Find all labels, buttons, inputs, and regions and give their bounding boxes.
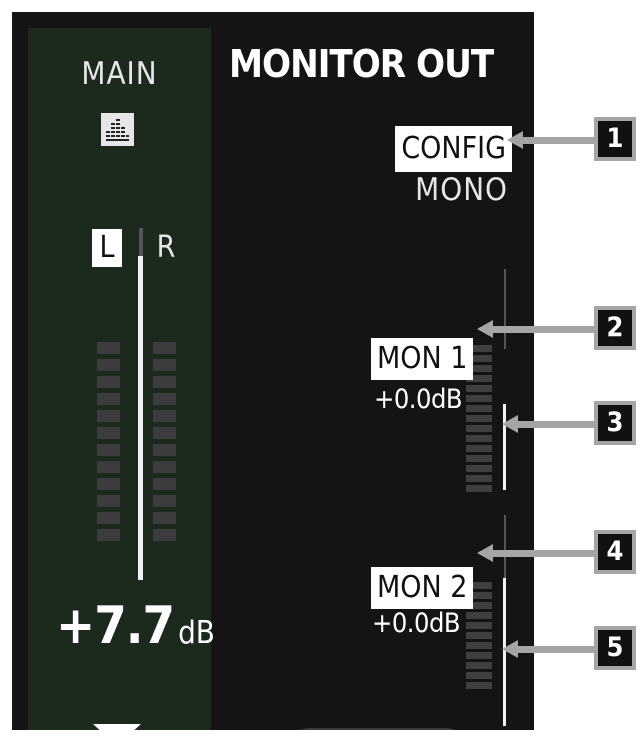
right-level-meter bbox=[153, 342, 176, 546]
meter-segment bbox=[466, 425, 492, 432]
meter-segment bbox=[153, 410, 176, 422]
callout-1-line bbox=[520, 137, 594, 144]
meter-segment bbox=[97, 376, 120, 388]
meter-segment bbox=[466, 465, 492, 472]
mon1-fader-track bbox=[504, 269, 506, 349]
mon1-button[interactable]: MON 1 bbox=[371, 338, 474, 380]
meter-segment bbox=[97, 444, 120, 456]
meter-segment bbox=[466, 612, 492, 619]
callout-1-arrow-icon bbox=[507, 131, 523, 149]
meter-segment bbox=[466, 445, 492, 452]
meter-segment bbox=[97, 427, 120, 439]
callout-3-badge: 3 bbox=[594, 401, 636, 445]
callout-5-arrow-icon bbox=[502, 640, 518, 658]
callout-3-arrow-icon bbox=[502, 415, 518, 433]
meter-segment bbox=[466, 395, 492, 402]
meter-segment bbox=[466, 415, 492, 422]
config-button[interactable]: CONFIG bbox=[395, 126, 512, 172]
main-fader-track bbox=[139, 228, 143, 258]
main-level-unit: dB bbox=[178, 615, 215, 651]
mon1-level: +0.0dB bbox=[374, 384, 463, 415]
main-label: MAIN bbox=[81, 56, 158, 92]
stack-icon bbox=[101, 113, 134, 146]
meter-segment bbox=[153, 461, 176, 473]
meter-segment bbox=[97, 359, 120, 371]
meter-segment bbox=[153, 512, 176, 524]
meter-segment bbox=[466, 672, 492, 679]
main-level-value: +7.7 bbox=[56, 596, 175, 656]
meter-segment bbox=[97, 393, 120, 405]
meter-segment bbox=[97, 495, 120, 507]
meter-segment bbox=[466, 622, 492, 629]
meter-segment bbox=[153, 427, 176, 439]
meter-segment bbox=[466, 455, 492, 462]
left-level-meter bbox=[97, 342, 120, 546]
callout-5-badge: 5 bbox=[594, 626, 636, 670]
mon2-button[interactable]: MON 2 bbox=[371, 567, 474, 609]
meter-segment bbox=[97, 478, 120, 490]
meter-segment bbox=[153, 529, 176, 541]
main-channel-strip[interactable]: MAIN L R +7.7 dB bbox=[28, 28, 215, 730]
right-channel-label: R bbox=[156, 230, 176, 265]
left-channel-label: L bbox=[92, 229, 122, 267]
callout-5-line bbox=[515, 646, 594, 653]
meter-segment bbox=[466, 435, 492, 442]
callout-4-arrow-icon bbox=[477, 544, 493, 562]
meter-segment bbox=[153, 376, 176, 388]
meter-segment bbox=[466, 682, 492, 689]
meter-segment bbox=[466, 662, 492, 669]
callout-2-badge: 2 bbox=[594, 306, 636, 350]
meter-segment bbox=[153, 359, 176, 371]
mon2-level: +0.0dB bbox=[372, 608, 461, 639]
callout-4-line bbox=[490, 550, 594, 557]
meter-segment bbox=[97, 529, 120, 541]
page-indicator[interactable] bbox=[289, 728, 466, 730]
main-level-readout: +7.7 dB bbox=[56, 596, 215, 656]
meter-segment bbox=[97, 342, 120, 354]
meter-segment bbox=[153, 342, 176, 354]
meter-segment bbox=[466, 485, 492, 492]
callout-2-line bbox=[490, 326, 594, 333]
meter-segment bbox=[466, 385, 492, 392]
meter-segment bbox=[153, 495, 176, 507]
callout-2-arrow-icon bbox=[477, 320, 493, 338]
meter-segment bbox=[97, 461, 120, 473]
page-title: MONITOR OUT bbox=[229, 42, 494, 86]
meter-segment bbox=[153, 444, 176, 456]
meter-segment bbox=[466, 475, 492, 482]
meter-segment bbox=[466, 632, 492, 639]
monitor-out-screen: MAIN L R +7.7 dB MONITOR OUT CONFIG MONO … bbox=[12, 12, 534, 730]
main-fader[interactable] bbox=[138, 256, 143, 580]
callout-4-badge: 4 bbox=[594, 530, 636, 574]
callout-1-badge: 1 bbox=[594, 117, 636, 161]
meter-segment bbox=[153, 478, 176, 490]
meter-segment bbox=[97, 512, 120, 524]
config-value: MONO bbox=[415, 172, 508, 208]
meter-segment bbox=[97, 410, 120, 422]
meter-segment bbox=[153, 393, 176, 405]
meter-segment bbox=[466, 652, 492, 659]
down-arrow-icon[interactable] bbox=[93, 724, 141, 730]
meter-segment bbox=[466, 642, 492, 649]
meter-segment bbox=[466, 405, 492, 412]
callout-3-line bbox=[515, 421, 594, 428]
